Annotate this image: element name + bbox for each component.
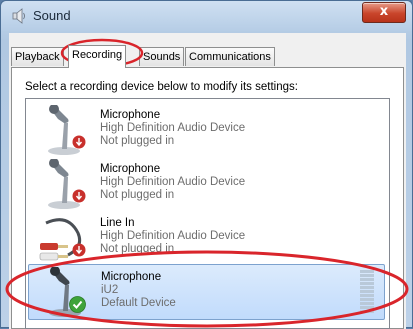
tab-recording[interactable]: Recording [68, 45, 127, 68]
instruction-text: Select a recording device below to modif… [25, 81, 298, 93]
line-in-cable-icon [39, 218, 82, 261]
microphone-icon [49, 267, 81, 317]
checkmark-icon [69, 296, 86, 313]
list-item-device[interactable]: Microphone High Definition Audio Device … [28, 157, 385, 213]
device-status: Not plugged in [100, 135, 175, 147]
close-button[interactable]: x [362, 2, 406, 23]
level-meter [360, 270, 374, 314]
unplugged-badge-icon [72, 243, 86, 257]
device-description: High Definition Audio Device [100, 230, 246, 242]
device-status: Not plugged in [100, 243, 175, 255]
tab-playback[interactable]: Playback [11, 47, 64, 66]
device-description: High Definition Audio Device [100, 176, 246, 188]
device-list[interactable]: Microphone High Definition Audio Device … [25, 98, 390, 329]
sound-dialog: Sound x Playback Recording Sounds Commun… [0, 0, 413, 329]
list-item-device[interactable]: Line In High Definition Audio Device Not… [28, 211, 385, 267]
device-description: iU2 [101, 284, 119, 296]
unplugged-badge-icon [72, 189, 86, 203]
tab-strip: Playback Recording Sounds Communications [11, 45, 401, 68]
device-name: Microphone [100, 163, 161, 175]
device-status: Not plugged in [100, 189, 175, 201]
device-status: Default Device [101, 297, 176, 309]
speaker-icon [12, 8, 25, 24]
device-description: High Definition Audio Device [100, 122, 246, 134]
device-name: Microphone [100, 109, 161, 121]
tab-sounds[interactable]: Sounds [139, 47, 185, 66]
device-name: Line In [100, 217, 135, 229]
microphone-icon [48, 159, 80, 209]
list-item-device[interactable]: Microphone High Definition Audio Device … [28, 103, 385, 159]
device-name: Microphone [101, 271, 162, 283]
window-title: Sound [33, 8, 71, 23]
tab-communications[interactable]: Communications [185, 47, 275, 66]
title-bar[interactable]: Sound x [1, 1, 412, 31]
list-item-device-selected[interactable]: Microphone iU2 Default Device [28, 264, 385, 320]
unplugged-badge-icon [72, 135, 86, 149]
microphone-icon [48, 105, 80, 155]
